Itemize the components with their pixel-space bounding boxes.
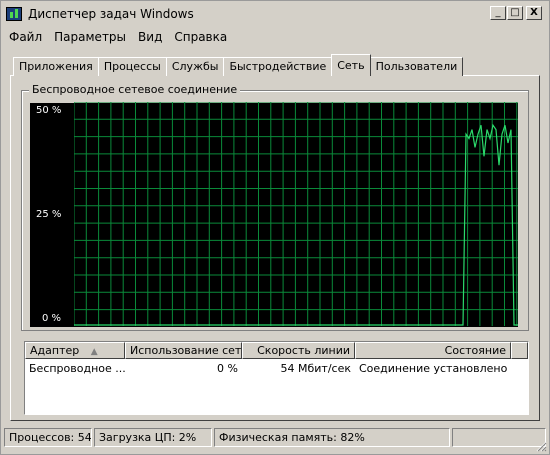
- graph-grid: [74, 102, 518, 326]
- window-title: Диспетчер задач Windows: [28, 7, 194, 21]
- status-memory: Физическая память: 82%: [214, 428, 450, 447]
- traffic-line: [74, 123, 518, 326]
- table-row[interactable]: Беспроводное ... 0 % 54 Мбит/сек Соедине…: [25, 361, 528, 377]
- cell-usage: 0 %: [217, 362, 238, 375]
- cell-state: Соединение установлено: [359, 362, 508, 375]
- title-bar[interactable]: Диспетчер задач Windows _ □ X: [2, 2, 548, 27]
- menu-options[interactable]: Параметры: [54, 30, 126, 48]
- cell-adapter: Беспроводное ...: [29, 362, 125, 375]
- menu-view[interactable]: Вид: [138, 30, 162, 48]
- status-bar: Процессов: 54 Загрузка ЦП: 2% Физическая…: [4, 428, 548, 448]
- menu-help[interactable]: Справка: [174, 30, 227, 48]
- column-adapter[interactable]: Адаптер ▲: [25, 342, 125, 359]
- menu-file[interactable]: Файл: [9, 30, 42, 48]
- y-label-25: 25 %: [36, 209, 62, 220]
- tab-applications[interactable]: Приложения: [13, 57, 99, 76]
- y-label-0: 0 %: [42, 313, 62, 324]
- resize-grip-icon[interactable]: [535, 440, 547, 452]
- minimize-button[interactable]: _: [490, 6, 506, 20]
- tab-users[interactable]: Пользователи: [369, 57, 464, 76]
- tab-performance[interactable]: Быстродействие: [223, 57, 333, 76]
- status-processes: Процессов: 54: [4, 428, 92, 447]
- tab-network[interactable]: Сеть: [331, 54, 371, 76]
- tab-strip: Приложения Процессы Службы Быстродействи…: [13, 54, 464, 76]
- menu-bar: Файл Параметры Вид Справка: [9, 30, 227, 48]
- column-speed[interactable]: Скорость линии: [242, 342, 355, 359]
- maximize-button[interactable]: □: [507, 6, 523, 20]
- column-usage[interactable]: Использование сети: [125, 342, 242, 359]
- status-cpu: Загрузка ЦП: 2%: [94, 428, 212, 447]
- adapter-list-header: Адаптер ▲ Использование сети Скорость ли…: [25, 342, 528, 359]
- close-button[interactable]: X: [526, 6, 542, 20]
- y-label-50: 50 %: [36, 105, 62, 116]
- tab-processes[interactable]: Процессы: [97, 57, 167, 76]
- column-state[interactable]: Состояние: [355, 342, 511, 359]
- taskmgr-icon: [6, 7, 22, 21]
- column-adapter-label: Адаптер: [30, 344, 80, 357]
- sort-ascending-icon: ▲: [90, 347, 98, 357]
- network-usage-graph: [74, 102, 518, 326]
- status-empty: [452, 428, 546, 447]
- task-manager-window: Диспетчер задач Windows _ □ X Файл Парам…: [0, 0, 550, 455]
- cell-speed: 54 Мбит/сек: [280, 362, 352, 375]
- network-graph-title: Беспроводное сетевое соединение: [29, 83, 241, 96]
- tab-services[interactable]: Службы: [165, 57, 225, 76]
- column-filler: [511, 342, 528, 359]
- adapter-list[interactable]: Адаптер ▲ Использование сети Скорость ли…: [24, 341, 529, 415]
